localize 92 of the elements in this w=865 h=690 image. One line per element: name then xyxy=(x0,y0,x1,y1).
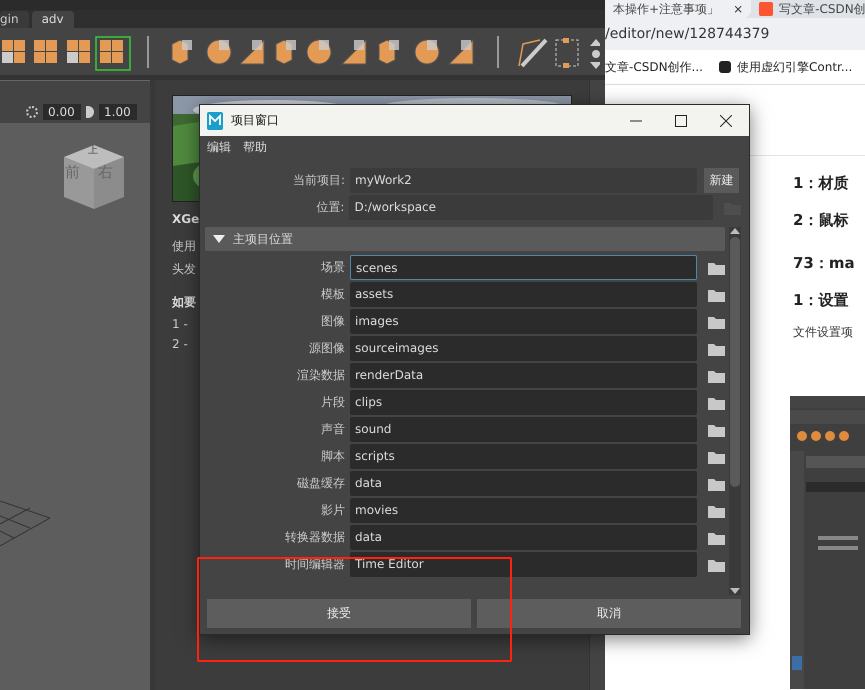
folder-icon[interactable] xyxy=(708,476,725,490)
polygon-tool-icon[interactable] xyxy=(306,40,332,64)
location-field[interactable]: D:/workspace xyxy=(349,195,714,220)
browser-tab[interactable]: 本操作+注意事项」 × xyxy=(605,0,752,18)
logo-icon xyxy=(759,2,774,16)
path-field[interactable]: assets xyxy=(350,282,697,307)
shelf-tab[interactable]: adv xyxy=(32,11,74,28)
polygon-tool-icon[interactable] xyxy=(378,39,399,65)
bookmark[interactable]: 使用虚幻引擎Contr... xyxy=(719,58,852,76)
field-label: 位置: xyxy=(315,199,344,216)
folder-icon[interactable] xyxy=(708,450,725,464)
grid-tool-icon[interactable] xyxy=(100,40,123,63)
field-label: 影片 xyxy=(320,502,345,519)
article-text: 文件设置项 xyxy=(793,324,853,341)
field-label: 磁盘缓存 xyxy=(296,475,345,492)
polygon-tool-icon[interactable] xyxy=(238,38,264,64)
view-cube-label: 上 xyxy=(88,146,98,156)
scroll-up-icon[interactable] xyxy=(730,227,740,235)
path-field[interactable]: sound xyxy=(350,417,697,442)
folder-icon[interactable] xyxy=(708,504,725,518)
field-label: 声音 xyxy=(320,421,345,438)
panel-heading: 如要 xyxy=(172,294,196,311)
polygon-tool-icon[interactable] xyxy=(414,40,440,64)
scroll-down-icon[interactable] xyxy=(730,587,740,595)
dialog-button[interactable]: 取消 xyxy=(477,599,741,628)
path-field[interactable]: Time Editor xyxy=(350,552,697,577)
folder-icon[interactable] xyxy=(708,558,725,572)
step-text: 2 - xyxy=(172,337,188,351)
folder-icon[interactable] xyxy=(708,368,725,382)
aperture-icon[interactable] xyxy=(26,106,38,118)
folder-icon[interactable] xyxy=(708,342,725,356)
scrollbar[interactable] xyxy=(729,227,741,595)
path-field[interactable]: scenes xyxy=(350,255,697,280)
polygon-tool-icon[interactable] xyxy=(340,38,366,64)
folder-icon[interactable] xyxy=(708,422,725,436)
path-field[interactable]: images xyxy=(350,309,697,334)
path-field[interactable]: renderData xyxy=(350,363,697,388)
folder-icon[interactable] xyxy=(708,260,725,274)
knife-tool-icon[interactable] xyxy=(518,38,548,68)
polygon-tool-icon[interactable] xyxy=(276,39,296,65)
article-heading: 1：材质 xyxy=(793,174,848,193)
field-label: 图像 xyxy=(320,313,345,330)
section-header[interactable]: 主项目位置 xyxy=(205,227,725,251)
description-text: 使用 xyxy=(172,238,196,255)
project-name-field[interactable]: myWork2 xyxy=(350,168,697,193)
frame-tool-icon[interactable] xyxy=(556,38,578,68)
scroll-arrows-icon[interactable] xyxy=(590,39,600,69)
path-field[interactable]: scripts xyxy=(350,444,697,469)
polygon-tool-icon[interactable] xyxy=(206,40,232,64)
field-label: 渲染数据 xyxy=(296,367,345,384)
grid-tool-icon[interactable] xyxy=(2,40,25,63)
grid-tool-icon[interactable] xyxy=(34,40,57,63)
selection-bracket-icon xyxy=(95,36,131,71)
new-button[interactable]: 新建 xyxy=(704,168,739,193)
folder-icon[interactable] xyxy=(708,288,725,302)
exposure-field[interactable]: 0.00 xyxy=(43,104,81,120)
close-icon[interactable] xyxy=(720,114,732,126)
folder-icon[interactable] xyxy=(708,314,725,328)
menu-item[interactable]: 编辑 xyxy=(207,138,231,156)
field-label: 当前项目: xyxy=(292,172,345,189)
article-heading: 2：鼠标 xyxy=(793,211,848,230)
collapse-triangle-icon xyxy=(213,234,225,244)
field-label: 脚本 xyxy=(320,448,345,465)
polygon-tool-icon[interactable] xyxy=(448,38,474,64)
field-label: 转换器数据 xyxy=(284,529,345,546)
field-label: 片段 xyxy=(320,394,345,411)
path-field[interactable]: sourceimages xyxy=(350,336,697,361)
path-field[interactable]: clips xyxy=(350,390,697,415)
path-field[interactable]: movies xyxy=(350,498,697,523)
folder-icon[interactable] xyxy=(708,396,725,410)
grid-tool-icon[interactable] xyxy=(67,40,90,63)
panel-title: XGe xyxy=(172,212,200,226)
window-title: 项目窗口 xyxy=(231,112,280,129)
path-field[interactable]: data xyxy=(350,525,697,550)
menu-item[interactable]: 帮助 xyxy=(243,138,267,156)
gamma-field[interactable]: 1.00 xyxy=(99,104,137,120)
bookmark-icon xyxy=(719,61,731,73)
path-field[interactable]: data xyxy=(350,471,697,496)
dialog-button[interactable]: 接受 xyxy=(207,599,471,628)
folder-icon[interactable] xyxy=(708,530,725,544)
field-label: 场景 xyxy=(320,259,345,276)
shelf-tab[interactable]: gin xyxy=(0,11,29,28)
polygon-tool-icon[interactable] xyxy=(172,39,192,65)
field-label: 源图像 xyxy=(308,340,345,357)
maximize-icon[interactable] xyxy=(675,114,687,126)
step-text: 1 - xyxy=(172,317,188,331)
article-heading: 1：设置 xyxy=(793,291,848,310)
field-label: 模板 xyxy=(320,286,345,303)
app-icon xyxy=(207,112,223,130)
bookmark[interactable]: 文章-CSDN创作... xyxy=(605,58,703,76)
description-text: 头发 xyxy=(172,261,196,278)
article-heading: 73：ma xyxy=(793,254,855,273)
